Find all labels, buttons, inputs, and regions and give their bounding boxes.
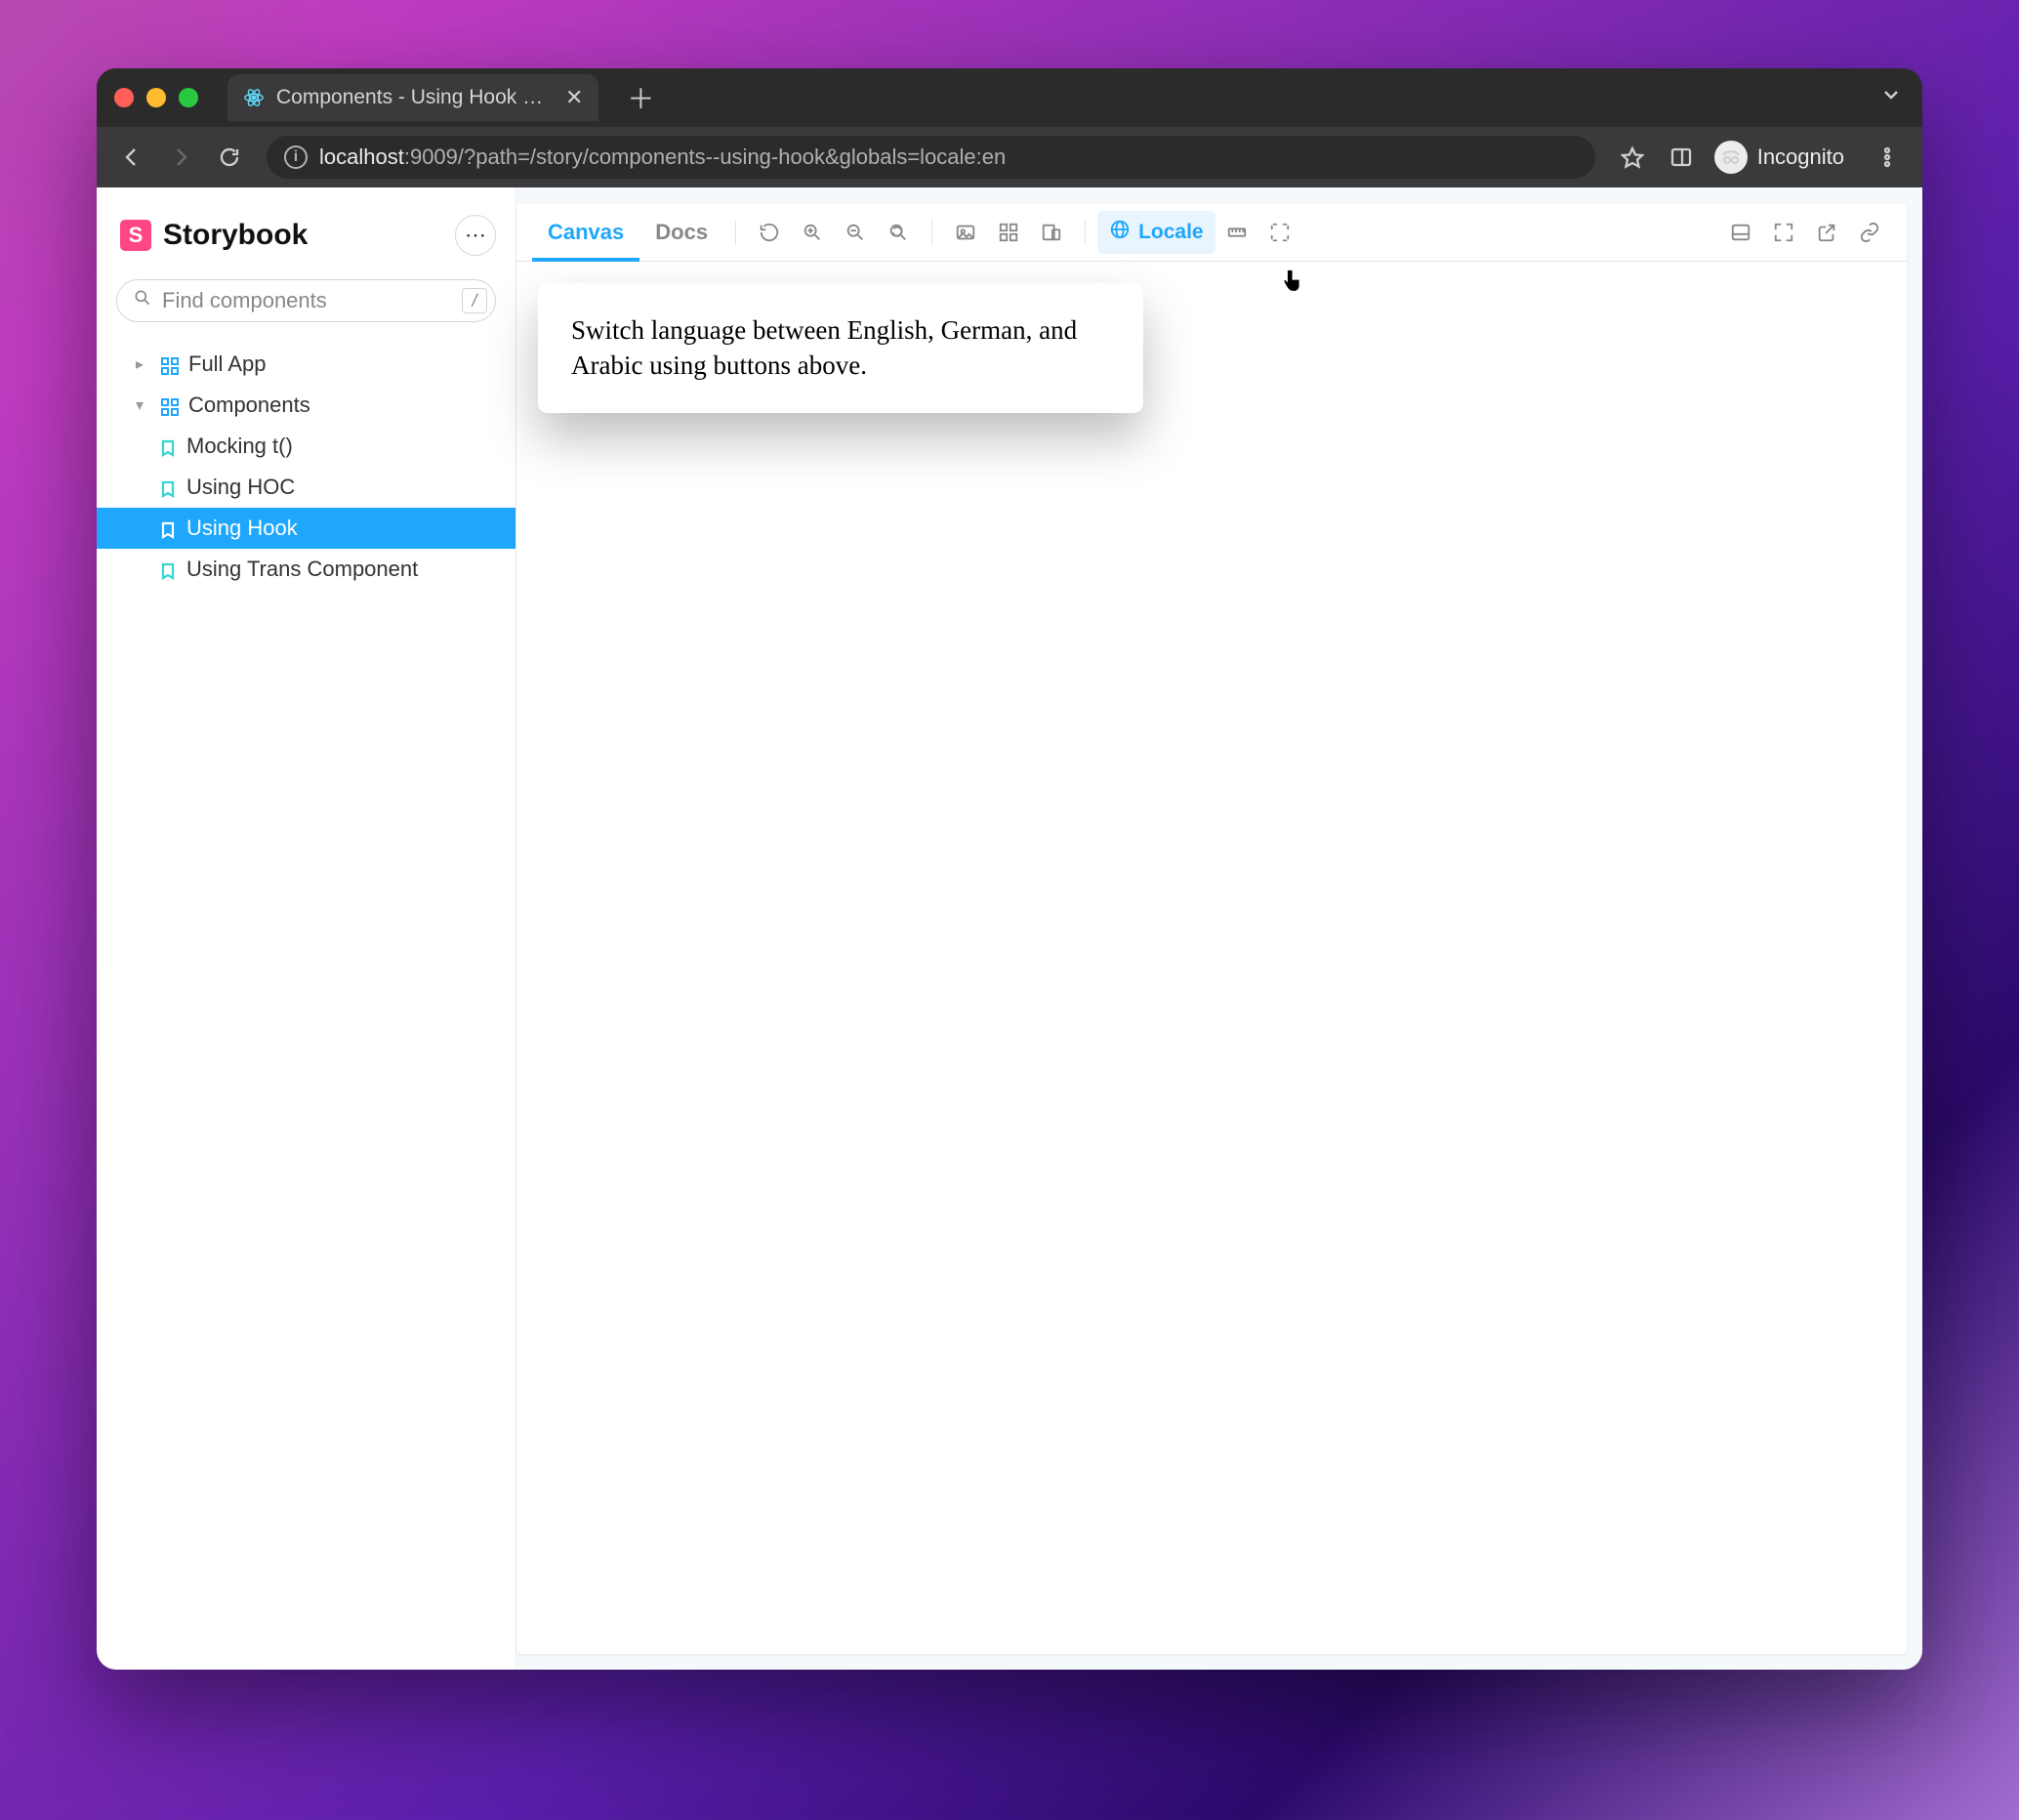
tab-canvas[interactable]: Canvas bbox=[532, 203, 639, 261]
tabs-overflow-icon[interactable] bbox=[1879, 83, 1903, 112]
url-host: localhost bbox=[319, 145, 404, 169]
addons-panel-button[interactable] bbox=[1719, 211, 1762, 254]
tree-label: Using Hook bbox=[186, 516, 298, 541]
tree-label: Using Trans Component bbox=[186, 557, 418, 582]
sidebar-menu-button[interactable]: ⋯ bbox=[455, 215, 496, 256]
reload-button[interactable] bbox=[208, 136, 251, 179]
minimize-window-button[interactable] bbox=[146, 88, 166, 107]
address-bar: i localhost:9009/?path=/story/components… bbox=[97, 127, 1922, 187]
incognito-chip[interactable]: Incognito bbox=[1709, 136, 1860, 179]
close-window-button[interactable] bbox=[114, 88, 134, 107]
zoom-in-button[interactable] bbox=[791, 211, 834, 254]
story-icon bbox=[159, 437, 177, 455]
close-tab-icon[interactable]: ✕ bbox=[565, 85, 583, 110]
storybook-mark-icon: S bbox=[120, 220, 151, 251]
background-button[interactable] bbox=[944, 211, 987, 254]
locale-button[interactable]: Locale bbox=[1097, 211, 1216, 254]
preview-panel: Canvas Docs Locale bbox=[516, 203, 1907, 1654]
caret-down-icon: ▾ bbox=[136, 395, 151, 415]
maximize-window-button[interactable] bbox=[179, 88, 198, 107]
tree-group-full-app[interactable]: ▸ Full App bbox=[97, 344, 515, 385]
caret-right-icon: ▸ bbox=[136, 354, 151, 374]
storybook-brand: Storybook bbox=[163, 219, 308, 252]
site-info-icon[interactable]: i bbox=[284, 145, 308, 169]
search-icon bbox=[133, 288, 152, 313]
bookmark-button[interactable] bbox=[1611, 136, 1654, 179]
tree-label: Using HOC bbox=[186, 475, 295, 500]
open-new-tab-button[interactable] bbox=[1805, 211, 1848, 254]
tab-docs[interactable]: Docs bbox=[639, 203, 723, 261]
canvas-area: Switch language between English, German,… bbox=[516, 262, 1907, 1654]
copy-link-button[interactable] bbox=[1848, 211, 1891, 254]
react-icon bbox=[243, 87, 265, 108]
storybook-app: S Storybook ⋯ Find components / ▸ F bbox=[97, 187, 1922, 1670]
story-icon bbox=[159, 519, 177, 537]
tree-story-using-trans[interactable]: Using Trans Component bbox=[97, 549, 515, 590]
cursor-icon bbox=[1278, 268, 1305, 302]
browser-tab[interactable]: Components - Using Hook · St ✕ bbox=[227, 74, 598, 121]
grid-button[interactable] bbox=[987, 211, 1030, 254]
locale-label: Locale bbox=[1138, 221, 1204, 244]
browser-window: Components - Using Hook · St ✕ ＋ i local… bbox=[97, 68, 1922, 1670]
forward-button[interactable] bbox=[159, 136, 202, 179]
separator bbox=[1085, 220, 1086, 245]
story-icon bbox=[159, 560, 177, 578]
story-icon bbox=[159, 478, 177, 496]
story-content: Switch language between English, German,… bbox=[538, 283, 1143, 413]
fullscreen-button[interactable] bbox=[1762, 211, 1805, 254]
search-shortcut: / bbox=[462, 288, 487, 313]
tree-story-using-hoc[interactable]: Using HOC bbox=[97, 467, 515, 508]
search-placeholder: Find components bbox=[162, 288, 327, 313]
zoom-reset-button[interactable] bbox=[877, 211, 920, 254]
tree-story-mocking-t[interactable]: Mocking t() bbox=[97, 426, 515, 467]
browser-menu-button[interactable] bbox=[1866, 136, 1909, 179]
side-panel-button[interactable] bbox=[1660, 136, 1703, 179]
globe-icon bbox=[1109, 219, 1131, 246]
url-field[interactable]: i localhost:9009/?path=/story/components… bbox=[267, 136, 1595, 179]
preview-toolbar: Canvas Docs Locale bbox=[516, 203, 1907, 262]
window-titlebar: Components - Using Hook · St ✕ ＋ bbox=[97, 68, 1922, 127]
url-path: /?path=/story/components--using-hook&glo… bbox=[458, 145, 1006, 169]
tree-story-using-hook[interactable]: Using Hook bbox=[97, 508, 515, 549]
navigation-tree: ▸ Full App ▾ Components Mocking t() bbox=[97, 338, 515, 1670]
tree-label: Full App bbox=[188, 352, 267, 377]
tree-label: Mocking t() bbox=[186, 434, 293, 459]
zoom-out-button[interactable] bbox=[834, 211, 877, 254]
main-panel: Canvas Docs Locale bbox=[516, 187, 1922, 1670]
incognito-icon bbox=[1714, 141, 1748, 174]
sidebar: S Storybook ⋯ Find components / ▸ F bbox=[97, 187, 516, 1670]
url-port: :9009 bbox=[404, 145, 458, 169]
remount-button[interactable] bbox=[748, 211, 791, 254]
tree-group-components[interactable]: ▾ Components bbox=[97, 385, 515, 426]
outline-button[interactable] bbox=[1258, 211, 1301, 254]
storybook-logo[interactable]: S Storybook bbox=[120, 219, 308, 252]
tab-title: Components - Using Hook · St bbox=[276, 86, 550, 109]
measure-button[interactable] bbox=[1216, 211, 1258, 254]
separator bbox=[735, 220, 736, 245]
incognito-label: Incognito bbox=[1757, 145, 1844, 170]
separator bbox=[931, 220, 932, 245]
story-text: Switch language between English, German,… bbox=[571, 315, 1077, 380]
tree-label: Components bbox=[188, 393, 310, 418]
component-icon bbox=[161, 396, 179, 414]
new-tab-button[interactable]: ＋ bbox=[622, 78, 659, 117]
component-icon bbox=[161, 355, 179, 373]
sidebar-header: S Storybook ⋯ bbox=[97, 207, 515, 269]
search-input[interactable]: Find components / bbox=[116, 279, 496, 322]
viewport-button[interactable] bbox=[1030, 211, 1073, 254]
window-controls bbox=[114, 88, 198, 107]
back-button[interactable] bbox=[110, 136, 153, 179]
